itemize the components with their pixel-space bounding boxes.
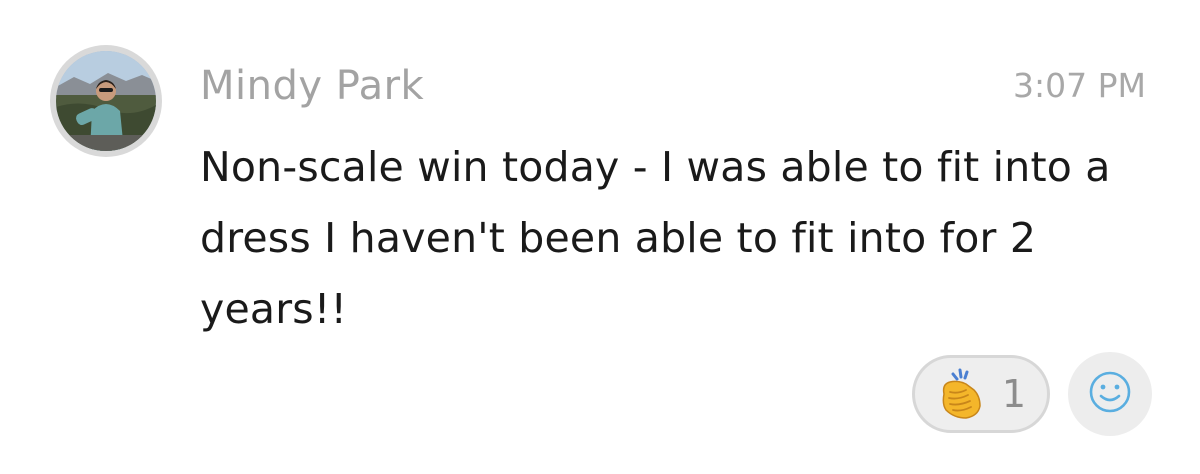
message-timestamp: 3:07 PM [1013,66,1146,105]
clap-reaction-button[interactable]: 1 [912,355,1050,433]
avatar[interactable] [50,45,162,157]
reaction-count: 1 [1001,372,1027,416]
avatar-photo [56,51,156,151]
chat-message: Mindy Park 3:07 PM Non-scale win today -… [0,0,1200,474]
add-reaction-button[interactable] [1068,352,1152,436]
sender-name[interactable]: Mindy Park [200,58,424,114]
smiley-face-icon [1087,369,1133,419]
reaction-bar: 1 [912,350,1152,438]
message-body: Non-scale win today - I was able to fit … [200,143,1111,333]
clapping-hands-icon [936,368,990,420]
